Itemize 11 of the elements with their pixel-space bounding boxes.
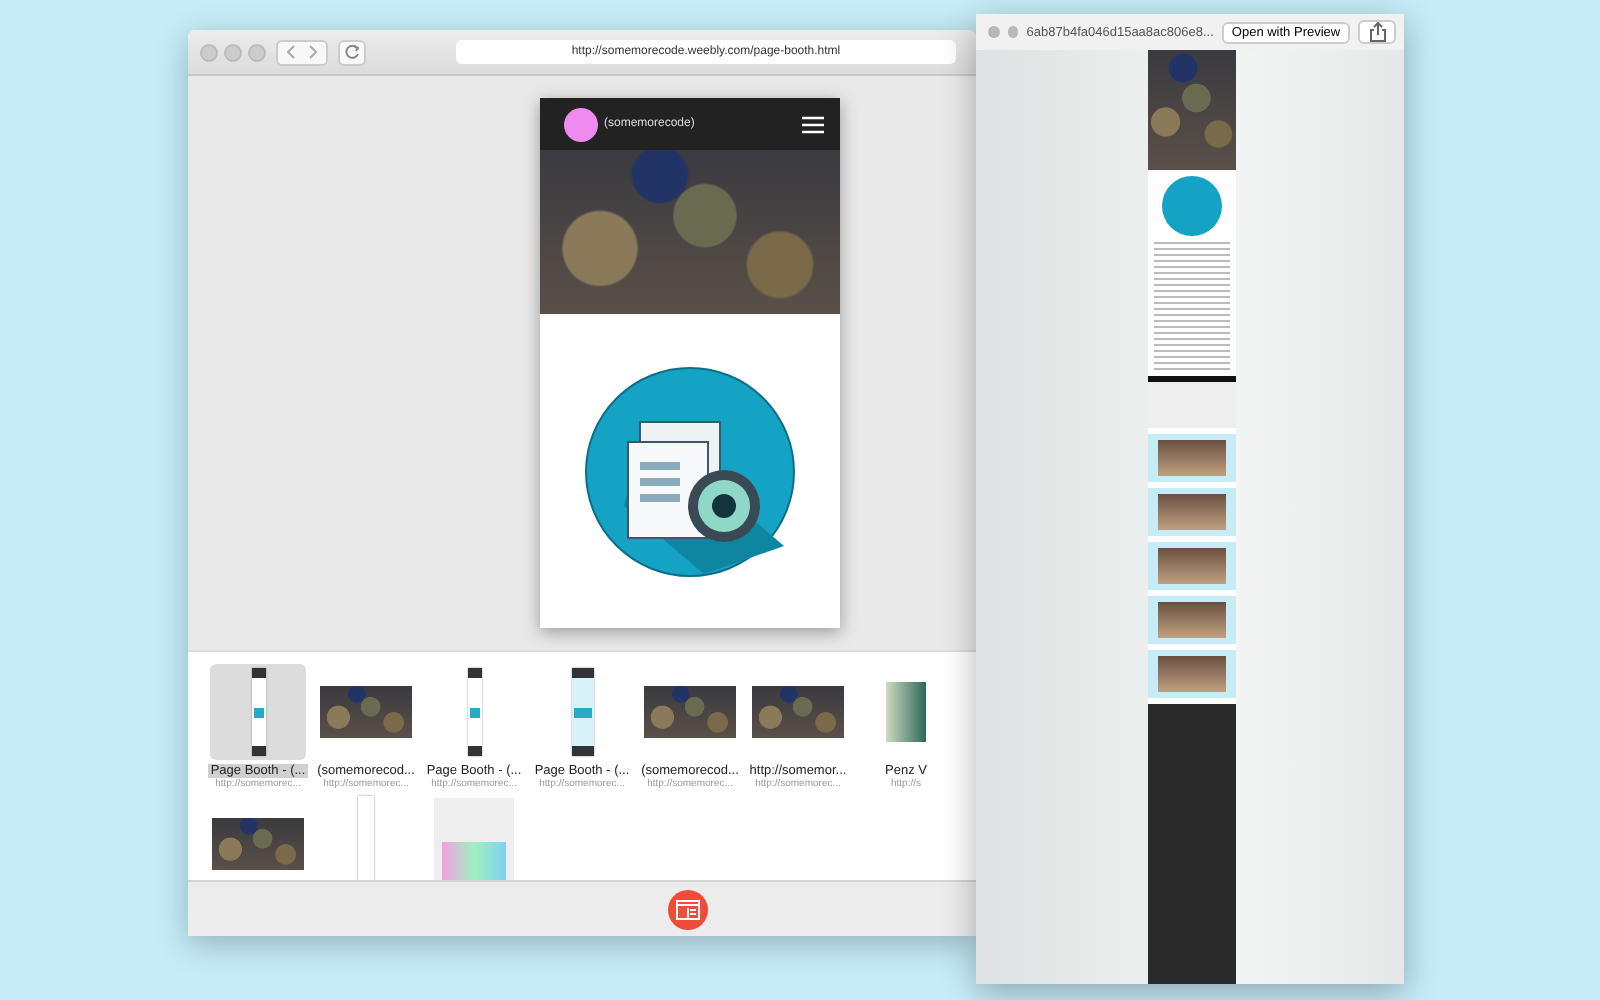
- app-icon: [584, 365, 796, 577]
- calendar-icon: [676, 899, 700, 919]
- thumbnail[interactable]: [210, 664, 306, 760]
- share-button[interactable]: [1358, 20, 1397, 44]
- reload-button[interactable]: [338, 39, 366, 65]
- page-booth-button[interactable]: [668, 889, 708, 929]
- chevrons-icon: [282, 44, 322, 60]
- reload-icon: [344, 44, 360, 60]
- avatar-icon: [564, 107, 598, 141]
- share-icon: [1369, 22, 1386, 42]
- menu-icon[interactable]: [802, 115, 824, 133]
